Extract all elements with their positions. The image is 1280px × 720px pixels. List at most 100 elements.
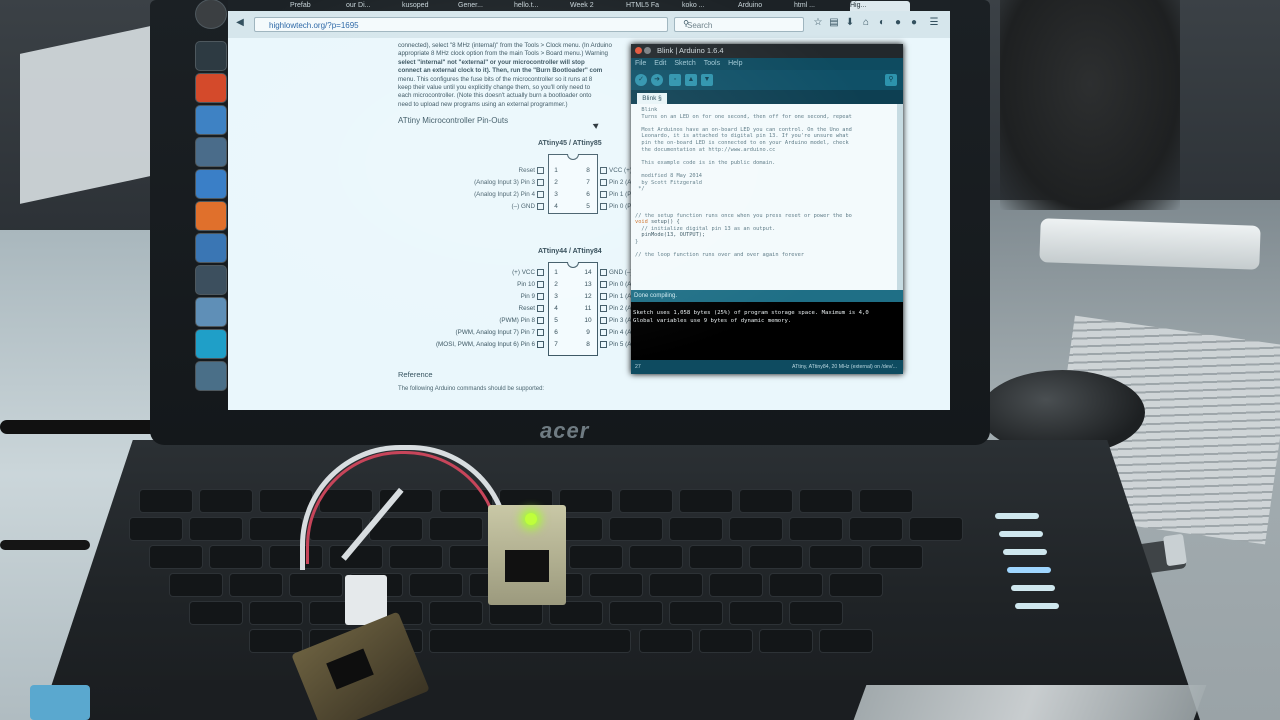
indicator-led bbox=[1003, 549, 1047, 555]
text-editor-icon[interactable] bbox=[196, 170, 226, 198]
firefox-icon[interactable] bbox=[196, 202, 226, 230]
keyboard-key bbox=[250, 518, 302, 540]
verify-icon[interactable]: ✓ bbox=[635, 74, 647, 86]
star-icon[interactable]: ☆ bbox=[812, 17, 824, 29]
white-box bbox=[20, 26, 150, 204]
pin-label-right: GND (–) bbox=[598, 268, 632, 278]
pin-label-left: (PWM) Pin 8 bbox=[499, 316, 546, 326]
minimize-icon[interactable] bbox=[644, 47, 651, 54]
sync-icon[interactable]: ● bbox=[908, 17, 920, 29]
arduino-icon[interactable] bbox=[196, 330, 226, 358]
browser-tab[interactable]: hello.t... bbox=[514, 1, 554, 11]
save-icon[interactable]: ▼ bbox=[701, 74, 713, 86]
home-icon[interactable]: ⌂ bbox=[860, 17, 872, 29]
menu-item[interactable]: Sketch bbox=[674, 60, 695, 67]
keyboard-key bbox=[250, 602, 302, 624]
upload-icon[interactable]: ➜ bbox=[651, 74, 663, 86]
pin-label-left: (+) VCC bbox=[512, 268, 546, 278]
inkscape-icon[interactable] bbox=[196, 266, 226, 294]
browser-tab[interactable]: kusoped bbox=[402, 1, 442, 11]
pin-label-left: (MOSI, PWM, Analog Input 6) Pin 6 bbox=[436, 340, 546, 350]
keyboard-key bbox=[770, 574, 822, 596]
menu-item[interactable]: File bbox=[635, 60, 646, 67]
code-editor[interactable]: Blink Turns on an LED on for one second,… bbox=[631, 104, 897, 290]
search-input[interactable]: Search bbox=[674, 17, 804, 32]
close-icon[interactable] bbox=[635, 47, 642, 54]
laptop-brand-logo: acer bbox=[540, 418, 590, 443]
paragraph-line: appropriate 8 MHz clock option from the … bbox=[398, 50, 608, 58]
keyboard-key bbox=[740, 490, 792, 512]
browser-tab[interactable] bbox=[234, 1, 274, 11]
keyboard-key bbox=[710, 574, 762, 596]
pin-number: 2 bbox=[554, 179, 558, 186]
keyboard-key bbox=[760, 630, 812, 652]
pin-number: 8 bbox=[586, 167, 590, 174]
arduino-ide-window[interactable]: Blink | Arduino 1.6.4 File Edit Sketch Tool… bbox=[631, 44, 903, 374]
files-icon[interactable] bbox=[196, 138, 226, 166]
settings-icon[interactable] bbox=[196, 234, 226, 262]
keyboard-key bbox=[210, 546, 262, 568]
browser-tab[interactable]: Prefab bbox=[290, 1, 330, 11]
keyboard-key bbox=[850, 518, 902, 540]
browser-tab[interactable]: html ... bbox=[794, 1, 834, 11]
new-icon[interactable]: ▫ bbox=[669, 74, 681, 86]
keyboard-key bbox=[650, 574, 702, 596]
addon-icon[interactable]: ● bbox=[892, 17, 904, 29]
console-line: Global variables use 9 bytes of dynamic … bbox=[633, 317, 792, 324]
chip-title: ATtiny45 / ATtiny85 bbox=[538, 140, 602, 147]
keyboard-key bbox=[700, 630, 752, 652]
hamburger-icon[interactable]: ☰ bbox=[928, 17, 940, 29]
window-titlebar[interactable]: Blink | Arduino 1.6.4 bbox=[631, 44, 903, 58]
keyboard-key bbox=[230, 574, 282, 596]
keyboard-key bbox=[910, 518, 962, 540]
pocket-icon[interactable]: ◐ bbox=[876, 17, 888, 29]
code-line: the documentation at http://www.arduino.… bbox=[635, 146, 776, 153]
browser-tab[interactable]: Gener... bbox=[458, 1, 498, 11]
browser-tab[interactable]: Week 2 bbox=[570, 1, 610, 11]
pin-number: 9 bbox=[586, 329, 590, 336]
tab-blink[interactable]: Blink § bbox=[637, 93, 667, 104]
menu-item[interactable]: Edit bbox=[654, 60, 666, 67]
compiler-console: Sketch uses 1,058 bytes (25%) of program… bbox=[631, 302, 903, 360]
url-bar[interactable]: highlowtech.org/?p=1695 bbox=[254, 17, 668, 32]
back-arrow-icon[interactable]: ◀ bbox=[234, 17, 246, 29]
code-line: Blink bbox=[635, 107, 658, 113]
search-icon: ⚲ bbox=[683, 19, 689, 28]
r-icon[interactable] bbox=[196, 106, 226, 134]
keyboard-key bbox=[130, 518, 182, 540]
keyboard-key bbox=[810, 546, 862, 568]
pin-number: 6 bbox=[586, 191, 590, 198]
reference-heading: Reference bbox=[398, 370, 433, 379]
trash-icon[interactable] bbox=[196, 362, 226, 390]
pin-number: 14 bbox=[584, 269, 592, 276]
download-icon[interactable]: ⬇ bbox=[844, 17, 856, 29]
pin-number: 8 bbox=[586, 341, 590, 348]
terminal-icon[interactable] bbox=[196, 42, 226, 70]
software-center-icon[interactable] bbox=[196, 74, 226, 102]
browser-tab-bar: Prefab our Di... kusoped Gener... hello.t...… bbox=[228, 0, 950, 11]
keyboard-key bbox=[200, 490, 252, 512]
keyboard-key bbox=[190, 602, 242, 624]
browser-tab[interactable]: our Di... bbox=[346, 1, 386, 11]
paragraph-line: connected), select "8 MHz (internal)" fr… bbox=[398, 42, 612, 49]
serial-monitor-icon[interactable]: ⚲ bbox=[885, 74, 897, 86]
pin-label-left: (Analog Input 2) Pin 4 bbox=[474, 190, 546, 200]
browser-tab[interactable]: Arduino bbox=[738, 1, 778, 11]
shotwell-icon[interactable] bbox=[196, 298, 226, 326]
keyboard-key bbox=[560, 490, 612, 512]
keyboard-key bbox=[790, 518, 842, 540]
editor-scrollbar[interactable] bbox=[897, 104, 903, 290]
browser-tab[interactable]: koko ... bbox=[682, 1, 722, 11]
ubuntu-logo-icon[interactable] bbox=[196, 0, 226, 28]
browser-tab[interactable]: HTML5 Fa bbox=[626, 1, 666, 11]
menu-item[interactable]: Tools bbox=[704, 60, 720, 67]
numpad-indicator-leds bbox=[975, 495, 1095, 625]
blinking-led bbox=[525, 513, 537, 525]
menu-item[interactable]: Help bbox=[728, 60, 742, 67]
open-icon[interactable]: ▲ bbox=[685, 74, 697, 86]
pin-number: 10 bbox=[584, 317, 592, 324]
bookmarks-icon[interactable]: ▤ bbox=[828, 17, 840, 29]
browser-tab[interactable]: Hig... bbox=[850, 1, 910, 11]
